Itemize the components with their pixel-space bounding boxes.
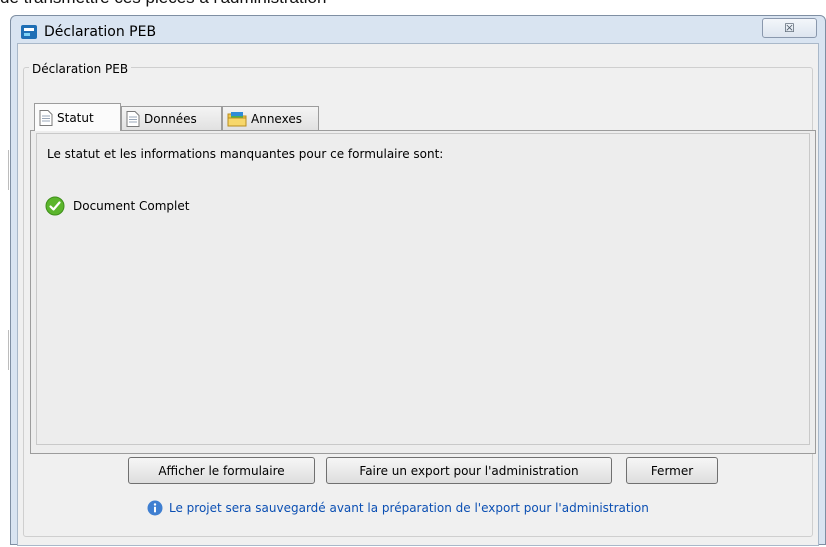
status-item: Document Complet [45, 196, 189, 216]
tab-panel-statut [30, 130, 816, 454]
show-form-button[interactable]: Afficher le formulaire [128, 457, 315, 484]
background-window-edge [8, 150, 9, 190]
status-text: Document Complet [73, 199, 190, 213]
background-caption: de transmettre ces pièces à l'administra… [0, 0, 326, 8]
close-button[interactable]: Fermer [626, 457, 718, 484]
close-icon: ☒ [784, 21, 795, 35]
info-message: Le projet sera sauvegardé avant la prépa… [147, 500, 649, 516]
tab-donnees[interactable]: Données [121, 106, 222, 130]
tab-label: Données [144, 111, 197, 126]
tab-statut[interactable]: Statut [34, 103, 121, 131]
info-text: Le projet sera sauvegardé avant la prépa… [169, 501, 649, 515]
document-icon [39, 109, 53, 126]
document-icon [126, 110, 140, 127]
status-heading: Le statut et les informations manquantes… [47, 147, 444, 161]
app-icon [21, 25, 37, 39]
tab-label: Annexes [251, 111, 302, 126]
status-inner-frame [36, 133, 810, 445]
background-window-edge [8, 330, 9, 370]
info-icon [147, 500, 163, 516]
tab-label: Statut [57, 110, 94, 125]
folder-icon [227, 111, 247, 126]
close-window-button[interactable]: ☒ [762, 18, 817, 38]
check-circle-icon [45, 196, 65, 216]
tab-annexes[interactable]: Annexes [222, 106, 319, 130]
groupbox-label: Déclaration PEB [29, 62, 132, 76]
window-title: Déclaration PEB [44, 24, 157, 40]
export-button[interactable]: Faire un export pour l'administration [326, 457, 612, 484]
